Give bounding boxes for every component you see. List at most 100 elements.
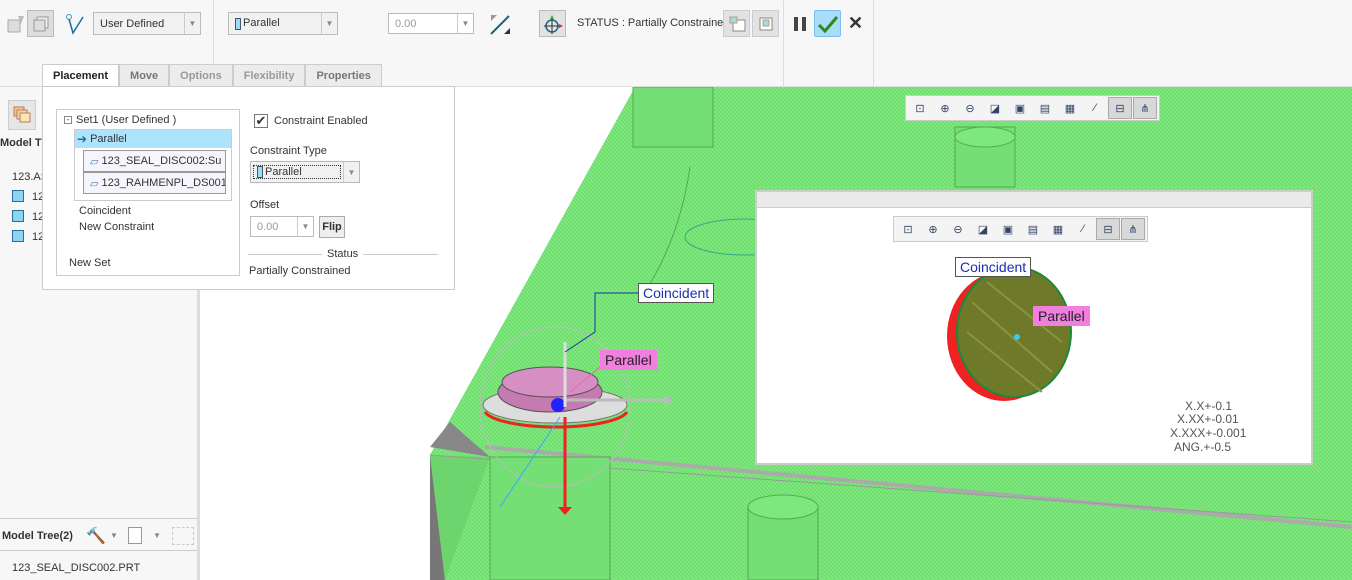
tree-item[interactable]: 12 [0, 187, 48, 207]
component-window-titlebar[interactable] [757, 192, 1311, 208]
close-icon[interactable]: ✕ [842, 10, 869, 37]
display-style-icon[interactable]: ▣ [1008, 97, 1032, 119]
tab-placement[interactable]: Placement [42, 64, 120, 87]
set-label[interactable]: Set1 (User Defined ) [76, 114, 176, 126]
constraint-type-select[interactable]: Parallel ▼ [250, 161, 360, 183]
seal-disc-model[interactable] [942, 262, 1102, 412]
tree-item[interactable]: 12 [0, 207, 48, 227]
set-type-dropdown[interactable]: User Defined ▼ [93, 12, 201, 35]
offset-input-value: 0.00 [257, 220, 279, 233]
sub-parallel-label[interactable]: Parallel [1033, 306, 1090, 326]
tree-item[interactable]: 123.AS [0, 167, 48, 187]
display-style-icon[interactable]: ▣ [996, 218, 1020, 240]
datum-display-icon[interactable]: ⊟ [1108, 97, 1132, 119]
placement-panel: - Set1 (User Defined ) ➔ Parallel ▱ 123_SEA… [42, 86, 455, 290]
refit-icon[interactable]: ⊡ [908, 97, 932, 119]
zoom-out-icon[interactable]: ⊖ [946, 218, 970, 240]
repaint-icon[interactable]: ◪ [971, 218, 995, 240]
flip-button[interactable]: Flip [319, 216, 345, 238]
sub-coincident-label[interactable]: Coincident [955, 257, 1032, 277]
tree-settings-icon[interactable]: 🔨 [86, 526, 106, 546]
component-placement-icon[interactable] [2, 10, 29, 37]
part-icon [12, 210, 24, 222]
datum-display-icon[interactable]: ⊟ [1096, 218, 1120, 240]
tree2-item[interactable]: 123_SEAL_DISC002.PRT [12, 562, 140, 574]
chevron-down-icon: ▼ [321, 13, 337, 34]
parallel-label[interactable]: Parallel [600, 350, 657, 370]
offset-dropdown[interactable]: 0.00 ▼ [388, 13, 474, 34]
constraint-coincident[interactable]: Coincident [79, 205, 131, 217]
saved-views-icon[interactable]: ▤ [1033, 97, 1057, 119]
model-tree2-label: Model Tree(2) [2, 530, 73, 542]
collapse-icon[interactable]: - [64, 116, 72, 124]
zoom-in-icon[interactable]: ⊕ [921, 218, 945, 240]
pause-icon[interactable] [786, 10, 813, 37]
flip-icon[interactable] [486, 10, 513, 37]
window-icon-1[interactable] [723, 10, 750, 37]
spin-center-icon[interactable]: ⋔ [1121, 218, 1145, 240]
component-window[interactable]: ⊡ ⊕ ⊖ ◪ ▣ ▤ ▦ ⁄ ⊟ ⋔ Coincident Parallel X.X+-0.1 … [755, 190, 1313, 465]
tab-options[interactable]: Options [169, 64, 233, 87]
window-icon-2[interactable] [752, 10, 779, 37]
separate-window-icon[interactable] [27, 10, 54, 37]
annotation-display-icon[interactable]: ⁄ [1071, 218, 1095, 240]
selected-constraint[interactable]: ➔ Parallel [75, 130, 231, 148]
parallel-icon [257, 166, 263, 179]
constraint-type-value: Parallel [243, 17, 280, 30]
zoom-out-icon[interactable]: ⊖ [958, 97, 982, 119]
offset-label: Offset [250, 199, 280, 211]
repaint-icon[interactable]: ◪ [983, 97, 1007, 119]
spin-center-icon[interactable]: ⋔ [1133, 97, 1157, 119]
constraint-set-list: - Set1 (User Defined ) ➔ Parallel ▱ 123_SEA… [56, 109, 240, 276]
tab-move[interactable]: Move [119, 64, 170, 87]
status-value: Partially Constrained [249, 265, 351, 277]
dashboard-tabs: Placement Move Options Flexibility Prope… [42, 64, 382, 87]
constraint-type-select-value: Parallel [265, 165, 302, 178]
chevron-down-icon[interactable]: ▼ [110, 531, 118, 540]
surface-reference-icon: ▱ [90, 155, 99, 168]
view-toolbar: ⊡ ⊕ ⊖ ◪ ▣ ▤ ▦ ⁄ ⊟ ⋔ [905, 95, 1160, 121]
reference-label: 123_SEAL_DISC002:Su [101, 155, 222, 167]
chevron-down-icon[interactable]: ▼ [153, 531, 161, 540]
new-set[interactable]: New Set [69, 257, 111, 269]
move-dragger-icon[interactable] [539, 10, 566, 37]
constraint-enabled-label: Constraint Enabled [274, 115, 368, 127]
constraint-type-label: Constraint Type [250, 145, 327, 157]
auto-constraint-icon[interactable] [60, 10, 87, 37]
reference-item[interactable]: ▱ 123_SEAL_DISC002:Su [83, 150, 226, 172]
status-header: Status [322, 248, 364, 260]
refit-icon[interactable]: ⊡ [896, 218, 920, 240]
tab-flexibility[interactable]: Flexibility [232, 64, 306, 87]
status-text: STATUS : Partially Constrained [577, 17, 730, 29]
tolerance-text: X.XXX+-0.001 [1170, 426, 1247, 440]
zoom-in-icon[interactable]: ⊕ [933, 97, 957, 119]
constraint-type-dropdown[interactable]: Parallel ▼ [228, 12, 338, 35]
check-icon[interactable] [814, 10, 841, 37]
reference-label: 123_RAHMENPL_DS001 [101, 177, 226, 189]
sub-view-toolbar: ⊡ ⊕ ⊖ ◪ ▣ ▤ ▦ ⁄ ⊟ ⋔ [893, 216, 1148, 242]
tolerance-text: X.XX+-0.01 [1177, 412, 1239, 426]
coincident-label[interactable]: Coincident [638, 283, 715, 303]
perspective-icon[interactable]: ▦ [1046, 218, 1070, 240]
chevron-down-icon: ▼ [184, 13, 200, 34]
saved-views-icon[interactable]: ▤ [1021, 218, 1045, 240]
chevron-down-icon: ▼ [343, 162, 359, 182]
set-type-value: User Defined [100, 17, 165, 30]
chevron-down-icon: ▼ [457, 14, 473, 33]
annotation-display-icon[interactable]: ⁄ [1083, 97, 1107, 119]
hide-tree-icon[interactable] [172, 527, 194, 545]
layers-tab-icon[interactable] [8, 100, 36, 130]
offset-input[interactable]: 0.00 ▼ [250, 216, 314, 237]
new-constraint[interactable]: New Constraint [79, 221, 154, 233]
arrow-right-icon: ➔ [77, 132, 88, 146]
reference-item[interactable]: ▱ 123_RAHMENPL_DS001 [83, 172, 226, 194]
model-tree-label: Model T [0, 137, 42, 149]
part-icon [12, 230, 24, 242]
tree-item[interactable]: 12 [0, 227, 48, 247]
chevron-down-icon: ▼ [297, 217, 313, 236]
perspective-icon[interactable]: ▦ [1058, 97, 1082, 119]
constraint-enabled-checkbox[interactable]: ✔ [254, 114, 268, 128]
selected-constraint-label: Parallel [90, 133, 127, 145]
tab-properties[interactable]: Properties [305, 64, 382, 87]
show-list-icon[interactable] [128, 527, 142, 544]
